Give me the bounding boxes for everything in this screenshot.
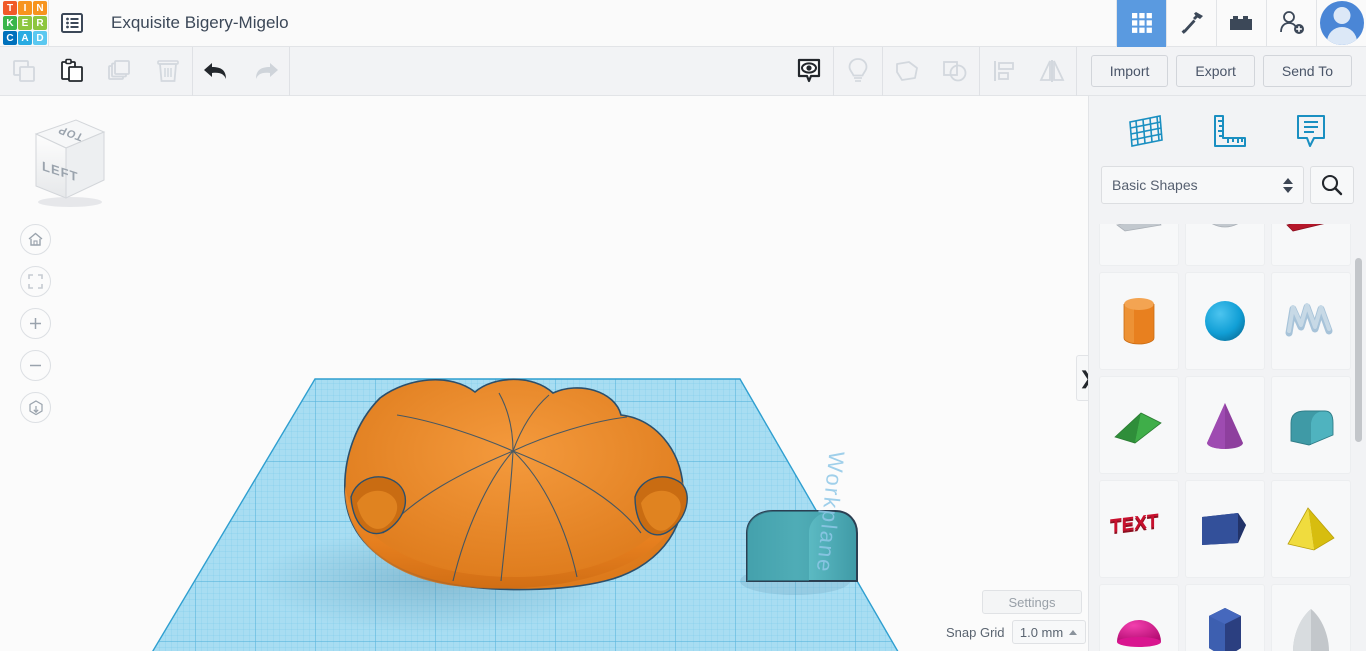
hammer-tool-icon[interactable] (1166, 0, 1216, 47)
panel-tab-bar (1089, 96, 1366, 166)
view-nav-buttons (20, 224, 51, 434)
shape-category-value: Basic Shapes (1112, 177, 1198, 193)
ruler-icon[interactable] (1199, 105, 1257, 157)
logo-letter: N (33, 1, 47, 15)
group-shapes-icon[interactable] (883, 47, 931, 96)
shape-hemisphere-magenta[interactable] (1099, 584, 1179, 651)
chevron-updown-icon (1283, 178, 1293, 193)
shape-scribble-blue[interactable] (1271, 272, 1351, 370)
tinkercad-app: T I N K E R C A D Exquisite Bigery-Migel… (0, 0, 1366, 651)
copy-icon[interactable] (0, 47, 48, 96)
top-bar-actions (1116, 0, 1366, 47)
shapes-scrollbar[interactable] (1355, 236, 1362, 651)
undo-icon[interactable] (193, 47, 241, 96)
shape-pyramid-yellow[interactable] (1271, 480, 1351, 578)
send-to-button[interactable]: Send To (1263, 55, 1352, 87)
view-cube[interactable]: TOP LEFT (24, 112, 108, 208)
3d-canvas[interactable]: Workplane TOP LEFT (0, 96, 1088, 651)
shape-category-row: Basic Shapes (1089, 166, 1366, 214)
shape-cylinder-orange[interactable] (1099, 272, 1179, 370)
fit-to-view-icon[interactable] (20, 266, 51, 297)
shape-dish-gray[interactable] (1185, 224, 1265, 266)
paste-icon[interactable] (48, 47, 96, 96)
list-menu-icon[interactable] (49, 0, 95, 47)
logo-letter: K (3, 16, 17, 30)
tinkercad-logo[interactable]: T I N K E R C A D (2, 0, 48, 46)
shapes-scroll-area[interactable]: TEXT TEXT (1089, 224, 1366, 651)
logo-letter: R (33, 16, 47, 30)
shape-category-select[interactable]: Basic Shapes (1101, 166, 1304, 204)
shape-text-red[interactable]: TEXT TEXT (1099, 480, 1179, 578)
mirror-flip-icon[interactable] (1028, 47, 1076, 96)
logo-letter: E (18, 16, 32, 30)
edit-toolbar: Import Export Send To (0, 47, 1366, 96)
zoom-in-icon[interactable] (20, 308, 51, 339)
settings-button[interactable]: Settings (982, 590, 1082, 614)
invite-person-icon[interactable] (1266, 0, 1316, 47)
shape-red-plane[interactable] (1271, 224, 1351, 266)
user-avatar[interactable] (1316, 0, 1366, 47)
workplane[interactable]: Workplane (135, 281, 915, 641)
logo-letter: T (3, 1, 17, 15)
light-bulb-icon[interactable] (834, 47, 882, 96)
import-button[interactable]: Import (1091, 55, 1169, 87)
teal-roof-shape (740, 511, 857, 595)
notes-icon[interactable] (1282, 105, 1340, 157)
ungroup-shapes-icon[interactable] (931, 47, 979, 96)
divider (1076, 47, 1077, 96)
shapes-grid: TEXT TEXT (1099, 224, 1351, 651)
top-bar: T I N K E R C A D Exquisite Bigery-Migel… (0, 0, 1366, 47)
scrollbar-thumb[interactable] (1355, 258, 1362, 442)
shape-wedge-gray[interactable] (1099, 224, 1179, 266)
zoom-out-icon[interactable] (20, 350, 51, 381)
redo-icon[interactable] (241, 47, 289, 96)
export-button[interactable]: Export (1176, 55, 1254, 87)
gallery-grid-icon[interactable] (1116, 0, 1166, 47)
logo-letter: D (33, 31, 47, 45)
shape-polygon-blue[interactable] (1185, 584, 1265, 651)
workplane-icon[interactable] (1116, 105, 1174, 157)
align-icon[interactable] (980, 47, 1028, 96)
divider (289, 47, 290, 96)
home-view-icon[interactable] (20, 224, 51, 255)
logo-letter: I (18, 1, 32, 15)
snap-grid-dropdown[interactable]: 1.0 mm (1012, 620, 1086, 644)
page-title: Exquisite Bigery-Migelo (111, 13, 289, 33)
avatar-image (1320, 1, 1364, 45)
shape-paraboloid-gray[interactable] (1271, 584, 1351, 651)
shape-wedge-green[interactable] (1099, 376, 1179, 474)
shapes-panel: Basic Shapes (1088, 96, 1366, 651)
caret-up-icon (1069, 630, 1077, 635)
search-icon[interactable] (1310, 166, 1354, 204)
snap-grid-value: 1.0 mm (1020, 625, 1063, 640)
snap-grid-control: Snap Grid 1.0 mm (946, 620, 1086, 644)
logo-letter: A (18, 31, 32, 45)
snap-grid-label: Snap Grid (946, 625, 1005, 640)
duplicate-icon[interactable] (96, 47, 144, 96)
perspective-toggle-icon[interactable] (20, 392, 51, 423)
shape-sphere-blue[interactable] (1185, 272, 1265, 370)
shape-box-navy[interactable] (1185, 480, 1265, 578)
logo-letter: C (3, 31, 17, 45)
show-hide-eye-icon[interactable] (785, 47, 833, 96)
shape-roof-teal[interactable] (1271, 376, 1351, 474)
shape-cone-purple[interactable] (1185, 376, 1265, 474)
delete-trash-icon[interactable] (144, 47, 192, 96)
brick-block-icon[interactable] (1216, 0, 1266, 47)
